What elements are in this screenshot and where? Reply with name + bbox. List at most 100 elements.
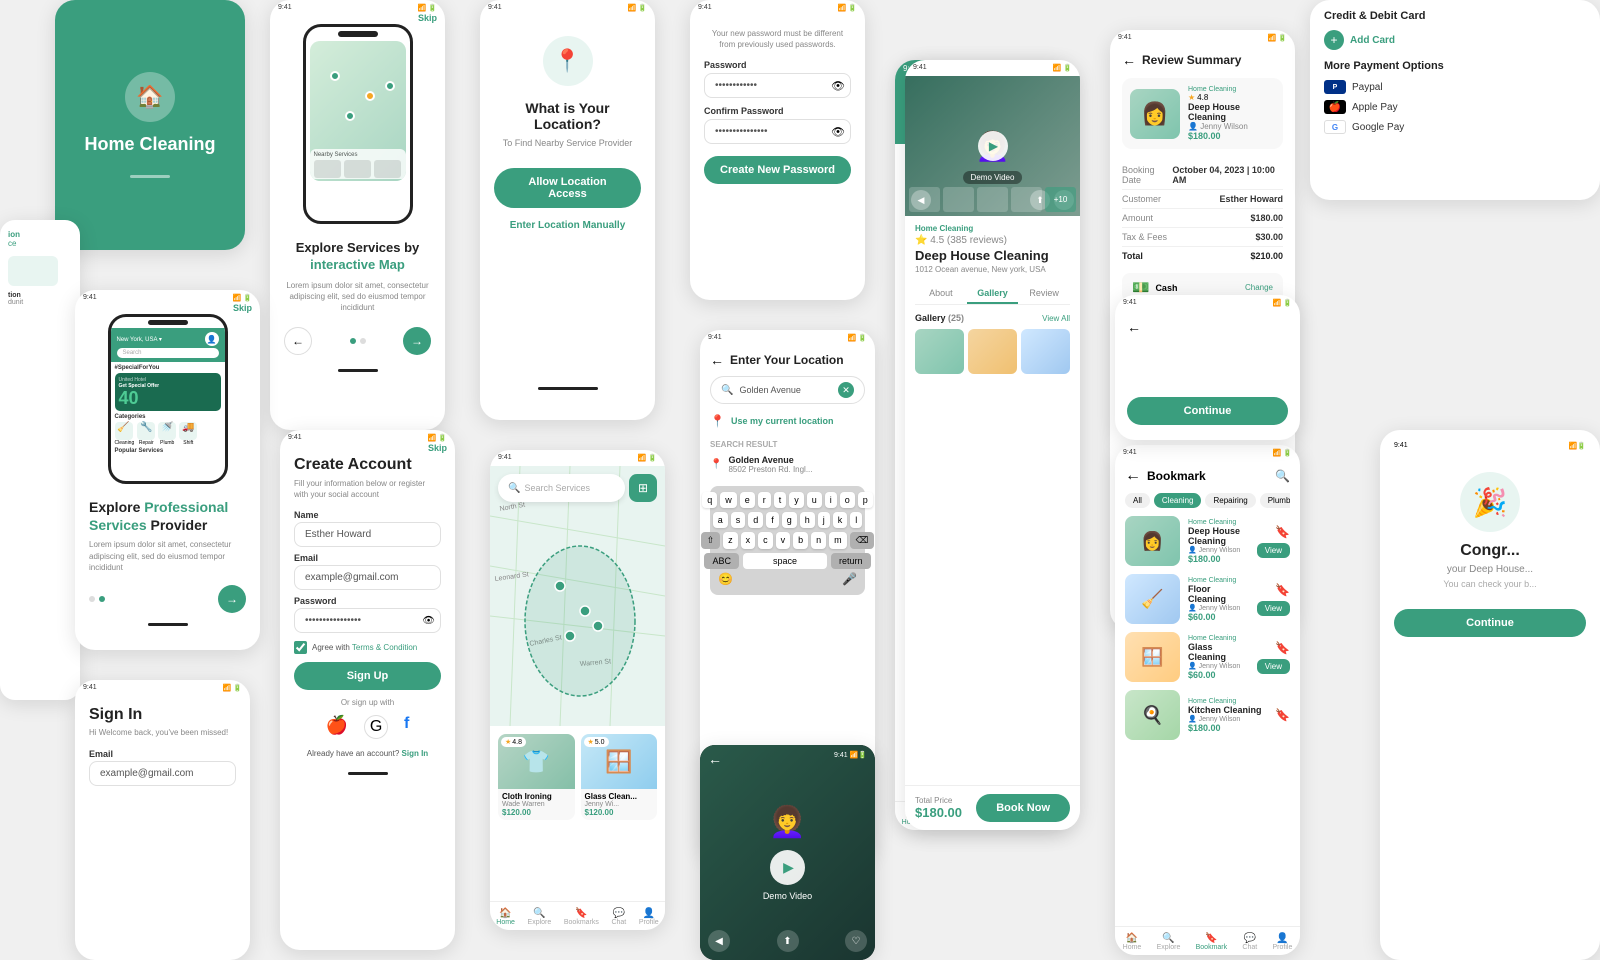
view-btn-1[interactable]: View: [1257, 543, 1290, 558]
allow-location-btn[interactable]: Allow Location Access: [494, 168, 641, 208]
facebook-signin-btn[interactable]: f: [404, 715, 409, 739]
sign-in-title: Sign In: [89, 706, 236, 724]
view-all-gallery-btn[interactable]: View All: [1042, 314, 1070, 323]
filter-all[interactable]: All: [1125, 493, 1150, 508]
back-btn-location[interactable]: ←: [710, 352, 724, 368]
screen-home-cleaning: 🏠 Home Cleaning: [55, 0, 245, 250]
confirm-password-input[interactable]: [704, 119, 851, 144]
prev-btn[interactable]: ←: [284, 327, 312, 355]
manual-location-link[interactable]: Enter Location Manually: [494, 220, 641, 231]
bookmark-nav-chat[interactable]: 💬Chat: [1242, 933, 1257, 951]
filter-plumb[interactable]: Plumb...: [1260, 493, 1290, 508]
bookmark-icon-4[interactable]: 🔖: [1275, 708, 1290, 722]
location-subtitle: To Find Nearby Service Provider: [494, 138, 641, 148]
google-signin-btn[interactable]: G: [364, 715, 388, 739]
svg-text:Leonard St: Leonard St: [494, 571, 529, 583]
screen-left-partial: ion ce tion dunit: [0, 220, 80, 700]
create-password-btn[interactable]: Create New Password: [704, 156, 851, 184]
paypal-option[interactable]: P Paypal: [1324, 80, 1586, 94]
home-indicator: [130, 175, 170, 178]
cloth-ironing-card[interactable]: 👕 ★ 4.8 Cloth Ironing Wade Warren $120.0…: [498, 734, 575, 820]
sign-in-link[interactable]: Sign In: [402, 749, 429, 758]
screen-location: 9:41 📶 🔋 📍 What is Your Location? To Fin…: [480, 0, 655, 420]
screen-create-account: 9:41 📶 🔋 Skip Create Account Fill your i…: [280, 430, 455, 950]
map-nav-home[interactable]: 🏠Home: [496, 908, 515, 926]
eye-icon[interactable]: 👁: [831, 79, 845, 92]
google-pay-option[interactable]: G Google Pay: [1324, 120, 1586, 134]
bookmark-item-3[interactable]: 🪟 Home Cleaning Glass Cleaning 👤 Jenny W…: [1125, 632, 1290, 682]
screen-payment-options: Credit & Debit Card + Add Card More Paym…: [1310, 0, 1600, 200]
skip-btn[interactable]: Skip: [418, 13, 437, 23]
back-video-btn[interactable]: ←: [708, 751, 722, 767]
map-nav-chat[interactable]: 💬Chat: [611, 908, 626, 926]
bookmark-icon-3[interactable]: 🔖: [1275, 641, 1290, 655]
email-input[interactable]: [294, 565, 441, 590]
current-location-btn[interactable]: 📍 Use my current location: [710, 414, 865, 428]
enter-location-title: Enter Your Location: [730, 353, 844, 367]
screen-deep-house-detail: 9:41 📶 🔋 👩‍🦱 ◀ ▶ ⬆ ♡ +10 Demo Video Home…: [905, 60, 1080, 830]
screen-explore-professional: 9:41 📶 🔋 Skip New York, USA ▾ 👤 Search #…: [75, 290, 260, 650]
filter-cleaning[interactable]: Cleaning: [1154, 493, 1202, 508]
screen-video: 👩‍🦱 ▶ Demo Video ◀ ⬆ ♡ ← 9:41 📶🔋: [700, 745, 875, 960]
apple-pay-option[interactable]: 🍎 Apple Pay: [1324, 100, 1586, 114]
bookmark-icon-1[interactable]: 🔖: [1275, 525, 1290, 539]
screen-sign-in: 9:41 📶 🔋 Sign In Hi Welcome back, you've…: [75, 680, 250, 960]
home-cleaning-icon: 🏠: [125, 72, 175, 122]
map-nav-explore[interactable]: 🔍Explore: [528, 908, 552, 926]
screen-map-search: 9:41 📶 🔋 North St Leonard St Charles St …: [490, 450, 665, 930]
name-input[interactable]: [294, 522, 441, 547]
bookmark-item-4[interactable]: 🍳 Home Cleaning Kitchen Cleaning 👤 Jenny…: [1125, 690, 1290, 740]
fav-btn-video2[interactable]: ♡: [845, 930, 867, 952]
tab-about[interactable]: About: [915, 284, 967, 304]
play-video-btn[interactable]: ▶: [978, 131, 1008, 161]
password-create-input[interactable]: [294, 608, 441, 633]
credit-card-title: Credit & Debit Card: [1324, 10, 1586, 22]
create-account-subtitle: Fill your information below or register …: [294, 478, 441, 500]
password-input[interactable]: [704, 73, 851, 98]
next-btn[interactable]: →: [403, 327, 431, 355]
filter-btn[interactable]: ⊞: [629, 474, 657, 502]
view-btn-3[interactable]: View: [1257, 659, 1290, 674]
tab-gallery[interactable]: Gallery: [967, 284, 1019, 304]
glass-cleaning-card[interactable]: 🪟 ★ 5.0 Glass Clean... Jenny Wi... $120.…: [581, 734, 658, 820]
search-bookmark-btn[interactable]: 🔍: [1275, 469, 1290, 483]
tab-review[interactable]: Review: [1018, 284, 1070, 304]
prev-btn-video2[interactable]: ◀: [708, 930, 730, 952]
sign-in-subtitle: Hi Welcome back, you've been missed!: [89, 728, 236, 737]
view-btn-2[interactable]: View: [1257, 601, 1290, 616]
skip-create-btn[interactable]: Skip: [428, 443, 447, 453]
home-cleaning-title: Home Cleaning: [84, 134, 215, 155]
bookmark-nav-bookmark[interactable]: 🔖Bookmark: [1196, 933, 1228, 951]
bookmark-nav-profile[interactable]: 👤Profile: [1273, 933, 1293, 951]
apple-signin-btn[interactable]: 🍎: [326, 715, 348, 739]
back-bookmark-btn[interactable]: ←: [1125, 467, 1141, 485]
play-video-btn-2[interactable]: ▶: [770, 850, 805, 885]
location-pin-icon: 📍: [543, 36, 593, 86]
clear-location-btn[interactable]: ✕: [838, 382, 854, 398]
search-result-item[interactable]: 📍 Golden Avenue 8502 Preston Rd. Ingl...: [710, 455, 865, 474]
bookmark-item-1[interactable]: 👩 Home Cleaning Deep House Cleaning 👤 Je…: [1125, 516, 1290, 566]
explore-next-btn[interactable]: →: [218, 585, 246, 613]
bookmark-icon-2[interactable]: 🔖: [1275, 583, 1290, 597]
add-card-btn[interactable]: + Add Card: [1324, 30, 1586, 50]
map-nav-bookmark[interactable]: 🔖Bookmarks: [564, 908, 599, 926]
skip-explore-btn[interactable]: Skip: [233, 303, 252, 313]
share-btn-video2[interactable]: ⬆: [777, 930, 799, 952]
map-nav-profile[interactable]: 👤Profile: [639, 908, 659, 926]
bookmark-item-2[interactable]: 🧹 Home Cleaning Floor Cleaning 👤 Jenny W…: [1125, 574, 1290, 624]
terms-checkbox[interactable]: [294, 641, 307, 654]
back-continue-btn[interactable]: ←: [1127, 319, 1141, 335]
sign-in-email[interactable]: [89, 761, 236, 786]
back-review-btn[interactable]: ←: [1122, 52, 1136, 68]
filter-repairing[interactable]: Repairing: [1205, 493, 1255, 508]
change-payment-btn[interactable]: Change: [1245, 283, 1273, 292]
sign-up-btn[interactable]: Sign Up: [294, 662, 441, 690]
eye-icon-create[interactable]: 👁: [422, 615, 435, 626]
continue-btn[interactable]: Continue: [1127, 397, 1288, 425]
eye-icon-2[interactable]: 👁: [831, 125, 845, 138]
book-now-btn[interactable]: Book Now: [976, 794, 1070, 822]
bookmark-nav-explore[interactable]: 🔍Explore: [1157, 933, 1181, 951]
bookmark-nav-home[interactable]: 🏠Home: [1123, 933, 1142, 951]
explore-map-title2: interactive Map: [310, 257, 405, 272]
congrats-continue-btn[interactable]: Continue: [1394, 609, 1586, 637]
